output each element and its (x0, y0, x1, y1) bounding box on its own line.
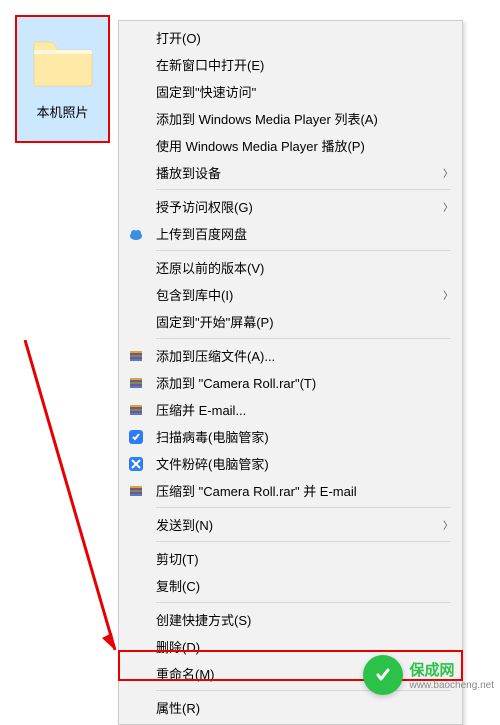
winrar-icon (126, 481, 146, 501)
menu-play-wmp[interactable]: 使用 Windows Media Player 播放(P) (120, 132, 461, 159)
chevron-right-icon: 〉 (443, 287, 453, 302)
blank-icon (126, 55, 146, 75)
menu-label: 创建快捷方式(S) (156, 610, 453, 629)
menu-add-archive[interactable]: 添加到压缩文件(A)... (120, 342, 461, 369)
menu-label: 授予访问权限(G) (156, 197, 443, 216)
menu-label: 添加到压缩文件(A)... (156, 346, 453, 365)
separator (156, 338, 451, 339)
chevron-right-icon: 〉 (443, 199, 453, 214)
folder-selected[interactable]: 本机照片 (15, 15, 110, 143)
menu-compress-camera-email[interactable]: 压缩到 "Camera Roll.rar" 并 E-mail (120, 477, 461, 504)
blank-icon (126, 258, 146, 278)
blank-icon (126, 698, 146, 718)
menu-open-new-window[interactable]: 在新窗口中打开(E) (120, 51, 461, 78)
menu-compress-email[interactable]: 压缩并 E-mail... (120, 396, 461, 423)
watermark-domain: www.baocheng.net (409, 680, 494, 691)
blank-icon (126, 312, 146, 332)
menu-label: 复制(C) (156, 576, 453, 595)
menu-include-library[interactable]: 包含到库中(I) 〉 (120, 281, 461, 308)
blank-icon (126, 28, 146, 48)
menu-add-wmp-list[interactable]: 添加到 Windows Media Player 列表(A) (120, 105, 461, 132)
menu-label: 固定到"开始"屏幕(P) (156, 312, 453, 331)
menu-upload-baidu[interactable]: 上传到百度网盘 (120, 220, 461, 247)
menu-label: 剪切(T) (156, 549, 453, 568)
blank-icon (126, 664, 146, 684)
menu-send-to[interactable]: 发送到(N) 〉 (120, 511, 461, 538)
watermark-logo-icon (363, 655, 403, 695)
shred-icon (126, 454, 146, 474)
menu-file-shred[interactable]: 文件粉碎(电脑管家) (120, 450, 461, 477)
menu-pin-start[interactable]: 固定到"开始"屏幕(P) (120, 308, 461, 335)
menu-label: 添加到 Windows Media Player 列表(A) (156, 109, 453, 128)
menu-add-camera-roll[interactable]: 添加到 "Camera Roll.rar"(T) (120, 369, 461, 396)
menu-label: 播放到设备 (156, 163, 443, 182)
menu-label: 添加到 "Camera Roll.rar"(T) (156, 373, 453, 392)
menu-label: 文件粉碎(电脑管家) (156, 454, 453, 473)
menu-label: 包含到库中(I) (156, 285, 443, 304)
context-menu: 打开(O) 在新窗口中打开(E) 固定到"快速访问" 添加到 Windows M… (118, 20, 463, 725)
separator (156, 250, 451, 251)
menu-label: 压缩并 E-mail... (156, 400, 453, 419)
blank-icon (126, 285, 146, 305)
menu-label: 在新窗口中打开(E) (156, 55, 453, 74)
menu-label: 扫描病毒(电脑管家) (156, 427, 453, 446)
menu-label: 打开(O) (156, 28, 453, 47)
menu-label: 发送到(N) (156, 515, 443, 534)
blank-icon (126, 197, 146, 217)
winrar-icon (126, 346, 146, 366)
watermark-brand: 保成网 (409, 659, 494, 680)
menu-label: 固定到"快速访问" (156, 82, 453, 101)
folder-label: 本机照片 (36, 102, 88, 121)
menu-label: 使用 Windows Media Player 播放(P) (156, 136, 453, 155)
menu-label: 属性(R) (156, 698, 453, 717)
menu-create-shortcut[interactable]: 创建快捷方式(S) (120, 606, 461, 633)
blank-icon (126, 136, 146, 156)
winrar-icon (126, 400, 146, 420)
separator (156, 602, 451, 603)
baidu-cloud-icon (126, 224, 146, 244)
blank-icon (126, 637, 146, 657)
blank-icon (126, 549, 146, 569)
blank-icon (126, 515, 146, 535)
menu-label: 还原以前的版本(V) (156, 258, 453, 277)
separator (156, 189, 451, 190)
menu-cut[interactable]: 剪切(T) (120, 545, 461, 572)
menu-label: 删除(D) (156, 637, 453, 656)
menu-copy[interactable]: 复制(C) (120, 572, 461, 599)
menu-grant-access[interactable]: 授予访问权限(G) 〉 (120, 193, 461, 220)
shield-icon (126, 427, 146, 447)
menu-restore-versions[interactable]: 还原以前的版本(V) (120, 254, 461, 281)
menu-open[interactable]: 打开(O) (120, 24, 461, 51)
menu-label: 压缩到 "Camera Roll.rar" 并 E-mail (156, 481, 453, 500)
menu-scan-virus[interactable]: 扫描病毒(电脑管家) (120, 423, 461, 450)
blank-icon (126, 163, 146, 183)
menu-properties[interactable]: 属性(R) (120, 694, 461, 721)
menu-label: 上传到百度网盘 (156, 224, 453, 243)
winrar-icon (126, 373, 146, 393)
blank-icon (126, 109, 146, 129)
watermark: 保成网 www.baocheng.net (363, 655, 494, 695)
blank-icon (126, 576, 146, 596)
blank-icon (126, 610, 146, 630)
folder-icon (32, 38, 94, 88)
separator (156, 507, 451, 508)
blank-icon (126, 82, 146, 102)
menu-cast-device[interactable]: 播放到设备 〉 (120, 159, 461, 186)
menu-pin-quick-access[interactable]: 固定到"快速访问" (120, 78, 461, 105)
chevron-right-icon: 〉 (443, 517, 453, 532)
chevron-right-icon: 〉 (443, 165, 453, 180)
separator (156, 541, 451, 542)
